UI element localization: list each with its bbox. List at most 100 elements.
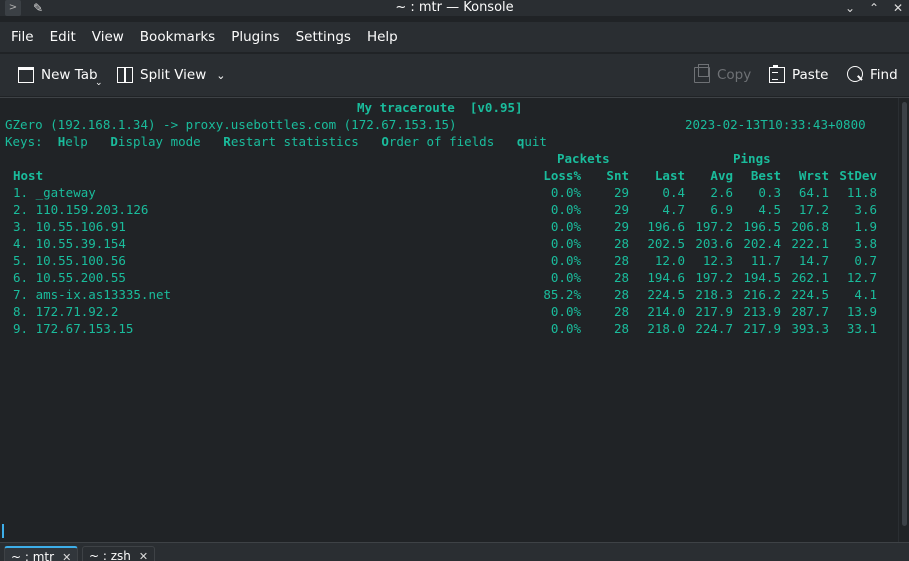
hop-last: 214.0 — [647, 304, 685, 319]
table-row: 6. 10.55.200.55 0.0% 28 194.6 197.2 194.5 262.… — [0, 269, 898, 286]
hop-last: 218.0 — [647, 321, 685, 336]
menu-help[interactable]: Help — [359, 22, 406, 52]
hop-last: 196.6 — [647, 219, 685, 234]
hop-loss: 0.0% — [550, 219, 581, 234]
close-icon[interactable]: ✕ — [890, 0, 906, 16]
hop-last: 202.5 — [647, 236, 685, 251]
hop-wrst: 64.1 — [798, 185, 829, 200]
keys-label: Keys: — [5, 134, 43, 149]
hop-stdev: 1.9 — [854, 219, 877, 234]
scrollbar-thumb[interactable] — [902, 102, 907, 526]
hop-avg: 6.9 — [710, 202, 733, 217]
table-row: 5. 10.55.100.56 0.0% 28 12.0 12.3 11.7 14.7 0.7 — [0, 252, 898, 269]
hop-wrst: 17.2 — [798, 202, 829, 217]
hop-host: 7. ams-ix.as13335.net — [13, 287, 172, 302]
col-avg: Avg — [710, 168, 733, 183]
hop-best: 194.5 — [743, 270, 781, 285]
menu-file[interactable]: File — [3, 22, 42, 52]
key-display: D — [110, 134, 118, 149]
hop-avg: 218.3 — [695, 287, 733, 302]
key-restart-rest: estart statistics — [230, 134, 359, 149]
new-tab-button[interactable]: New Tab ⌄ — [18, 54, 103, 96]
hop-best: 216.2 — [743, 287, 781, 302]
hop-snt: 29 — [613, 219, 629, 234]
hop-wrst: 222.1 — [791, 236, 829, 251]
key-order: O — [381, 134, 389, 149]
hop-loss: 0.0% — [550, 304, 581, 319]
hop-last: 4.7 — [662, 202, 685, 217]
tab-zsh[interactable]: ~ : zsh ✕ — [82, 546, 156, 561]
minimize-icon[interactable]: ⌄ — [842, 0, 858, 16]
scrollbar[interactable] — [898, 98, 909, 542]
packets-group-label: Packets — [557, 151, 610, 166]
terminal-view[interactable]: My traceroute [v0.95] GZero (192.168.1.3… — [0, 98, 909, 542]
tab-mtr[interactable]: ~ : mtr ✕ — [4, 546, 79, 561]
hop-snt: 28 — [613, 253, 629, 268]
paste-button[interactable]: Paste — [769, 54, 828, 96]
menu-plugins[interactable]: Plugins — [223, 22, 287, 52]
new-tab-label: New Tab — [41, 67, 98, 83]
hop-wrst: 393.3 — [791, 321, 829, 336]
maximize-icon[interactable]: ⌃ — [866, 0, 882, 16]
hop-snt: 28 — [613, 304, 629, 319]
key-quit-rest: uit — [524, 134, 547, 149]
hop-loss: 0.0% — [550, 270, 581, 285]
chevron-down-icon[interactable]: ⌄ — [216, 69, 225, 82]
table-row: 2. 110.159.203.126 0.0% 29 4.7 6.9 4.5 17.2 3.6 — [0, 201, 898, 218]
hop-best: 196.5 — [743, 219, 781, 234]
hop-host: 6. 10.55.200.55 — [13, 270, 126, 285]
key-restart: R — [223, 134, 231, 149]
column-header-row: Host Loss% Snt Last Avg Best Wrst StDev — [0, 167, 898, 184]
tab-label: ~ : mtr — [11, 550, 55, 561]
menu-bar: File Edit View Bookmarks Plugins Setting… — [0, 22, 909, 52]
hop-wrst: 224.5 — [791, 287, 829, 302]
paste-icon — [769, 65, 785, 83]
hop-stdev: 11.8 — [846, 185, 877, 200]
window-title: ~ : mtr — Konsole — [395, 0, 514, 15]
copy-label: Copy — [717, 67, 752, 83]
split-view-button[interactable]: Split View ⌄ — [117, 54, 225, 96]
table-row: 3. 10.55.106.91 0.0% 29 196.6 197.2 196.5 206.… — [0, 218, 898, 235]
menu-settings[interactable]: Settings — [288, 22, 359, 52]
hop-best: 213.9 — [743, 304, 781, 319]
hop-stdev: 13.9 — [846, 304, 877, 319]
hop-last: 0.4 — [662, 185, 685, 200]
chevron-down-icon[interactable]: ⌄ — [95, 78, 103, 88]
menu-view[interactable]: View — [84, 22, 132, 52]
col-loss: Loss% — [543, 168, 581, 183]
close-icon[interactable]: ✕ — [139, 550, 148, 561]
hop-wrst: 287.7 — [791, 304, 829, 319]
menu-bookmarks[interactable]: Bookmarks — [132, 22, 223, 52]
hop-snt: 28 — [613, 270, 629, 285]
col-snt: Snt — [606, 168, 629, 183]
hop-loss: 0.0% — [550, 253, 581, 268]
hop-host: 2. 110.159.203.126 — [13, 202, 149, 217]
menu-edit[interactable]: Edit — [42, 22, 84, 52]
tab-bar: ~ : mtr ✕ ~ : zsh ✕ — [0, 542, 909, 561]
copy-button[interactable]: Copy — [694, 54, 751, 96]
pings-group-label: Pings — [733, 151, 771, 166]
hop-avg: 217.9 — [695, 304, 733, 319]
hop-wrst: 206.8 — [791, 219, 829, 234]
hop-host: 1. _gateway — [13, 185, 96, 200]
hop-host: 3. 10.55.106.91 — [13, 219, 126, 234]
hop-stdev: 0.7 — [854, 253, 877, 268]
hop-host: 8. 172.71.92.2 — [13, 304, 119, 319]
find-button[interactable]: Find — [847, 54, 898, 96]
hop-host: 9. 172.67.153.15 — [13, 321, 134, 336]
hop-loss: 0.0% — [550, 236, 581, 251]
close-icon[interactable]: ✕ — [62, 551, 71, 561]
table-row: 9. 172.67.153.15 0.0% 28 218.0 224.7 217.9 393… — [0, 320, 898, 337]
search-icon — [847, 65, 863, 82]
hop-stdev: 4.1 — [854, 287, 877, 302]
hop-snt: 28 — [613, 321, 629, 336]
hop-best: 217.9 — [743, 321, 781, 336]
hop-host: 5. 10.55.100.56 — [13, 253, 126, 268]
hop-stdev: 3.6 — [854, 202, 877, 217]
hop-snt: 28 — [613, 287, 629, 302]
hop-avg: 2.6 — [710, 185, 733, 200]
hop-best: 11.7 — [750, 253, 781, 268]
hop-last: 12.0 — [654, 253, 685, 268]
new-tab-icon — [18, 67, 34, 83]
hop-last: 194.6 — [647, 270, 685, 285]
